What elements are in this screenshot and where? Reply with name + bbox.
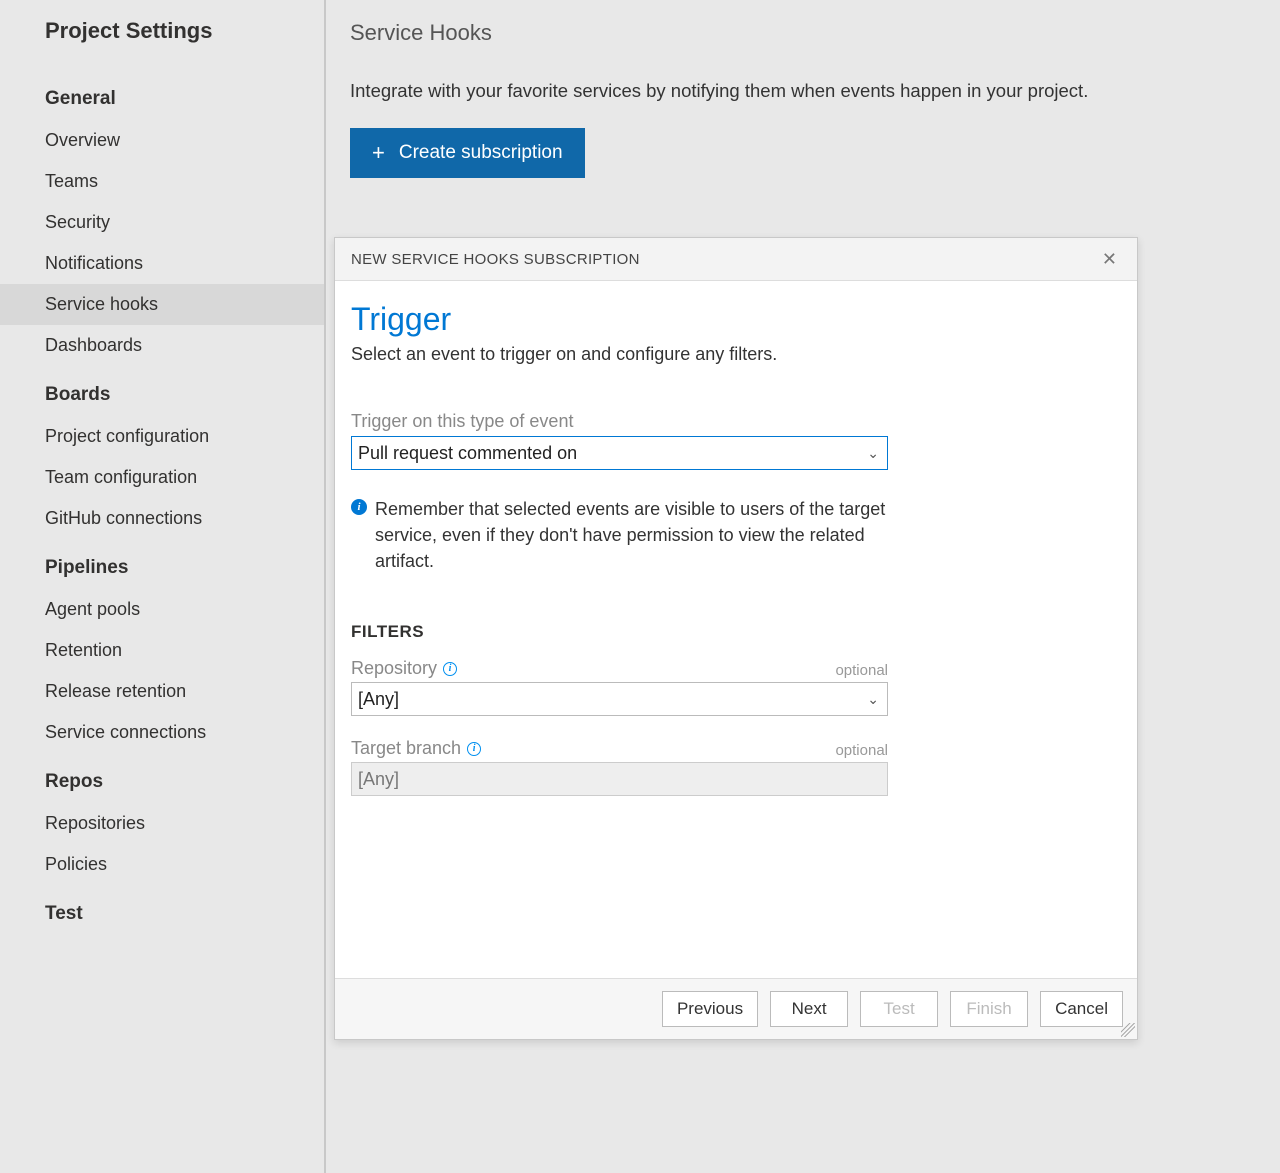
event-type-select[interactable]: Pull request commented on ⌄ xyxy=(351,436,888,470)
cancel-button[interactable]: Cancel xyxy=(1040,991,1123,1027)
create-subscription-button[interactable]: + Create subscription xyxy=(350,128,585,178)
sidebar-section-test: Test xyxy=(0,885,324,935)
sidebar-item-security[interactable]: Security xyxy=(0,202,324,243)
sidebar-title: Project Settings xyxy=(0,18,324,70)
page-title: Service Hooks xyxy=(350,20,1258,46)
repository-value: [Any] xyxy=(358,689,399,710)
dialog-subtitle: Select an event to trigger on and config… xyxy=(351,344,1121,365)
sidebar-item-github-connections[interactable]: GitHub connections xyxy=(0,498,324,539)
test-button[interactable]: Test xyxy=(860,991,938,1027)
subscription-dialog: NEW SERVICE HOOKS SUBSCRIPTION ✕ Trigger… xyxy=(334,237,1138,1040)
sidebar-item-policies[interactable]: Policies xyxy=(0,844,324,885)
target-branch-select: [Any] xyxy=(351,762,888,796)
sidebar-item-repositories[interactable]: Repositories xyxy=(0,803,324,844)
sidebar-item-overview[interactable]: Overview xyxy=(0,120,324,161)
sidebar-item-agent-pools[interactable]: Agent pools xyxy=(0,589,324,630)
help-icon[interactable]: i xyxy=(443,662,457,676)
finish-button[interactable]: Finish xyxy=(950,991,1028,1027)
create-subscription-label: Create subscription xyxy=(399,142,563,164)
sidebar-item-dashboards[interactable]: Dashboards xyxy=(0,325,324,366)
sidebar-item-teams[interactable]: Teams xyxy=(0,161,324,202)
event-type-label: Trigger on this type of event xyxy=(351,411,1121,432)
resize-grip-icon[interactable] xyxy=(1121,1023,1135,1037)
info-callout: i Remember that selected events are visi… xyxy=(351,496,888,574)
sidebar-item-project-configuration[interactable]: Project configuration xyxy=(0,416,324,457)
page-description: Integrate with your favorite services by… xyxy=(350,80,1258,102)
sidebar-item-service-hooks[interactable]: Service hooks xyxy=(0,284,324,325)
sidebar-item-notifications[interactable]: Notifications xyxy=(0,243,324,284)
chevron-down-icon: ⌄ xyxy=(867,445,879,462)
previous-button[interactable]: Previous xyxy=(662,991,758,1027)
sidebar-section-repos: Repos xyxy=(0,753,324,803)
chevron-down-icon: ⌄ xyxy=(867,691,879,708)
next-button[interactable]: Next xyxy=(770,991,848,1027)
filters-heading: FILTERS xyxy=(351,622,1121,642)
target-branch-label: Target branch i xyxy=(351,738,481,759)
sidebar-section-general: General xyxy=(0,70,324,120)
optional-label: optional xyxy=(835,662,888,679)
sidebar-section-boards: Boards xyxy=(0,366,324,416)
sidebar-section-pipelines: Pipelines xyxy=(0,539,324,589)
dialog-title: Trigger xyxy=(351,301,1121,338)
close-icon[interactable]: ✕ xyxy=(1098,248,1121,270)
target-branch-value: [Any] xyxy=(358,769,399,790)
event-type-value: Pull request commented on xyxy=(358,443,577,464)
sidebar: Project Settings General Overview Teams … xyxy=(0,0,326,1173)
filter-repository: Repository i optional [Any] ⌄ xyxy=(351,658,1121,716)
dialog-header: NEW SERVICE HOOKS SUBSCRIPTION ✕ xyxy=(335,238,1137,281)
sidebar-item-retention[interactable]: Retention xyxy=(0,630,324,671)
optional-label: optional xyxy=(835,742,888,759)
dialog-footer: Previous Next Test Finish Cancel xyxy=(335,978,1137,1039)
dialog-body: Trigger Select an event to trigger on an… xyxy=(335,281,1137,978)
help-icon[interactable]: i xyxy=(467,742,481,756)
repository-label: Repository i xyxy=(351,658,457,679)
info-text: Remember that selected events are visibl… xyxy=(375,496,888,574)
sidebar-item-release-retention[interactable]: Release retention xyxy=(0,671,324,712)
sidebar-item-team-configuration[interactable]: Team configuration xyxy=(0,457,324,498)
plus-icon: + xyxy=(372,140,385,166)
info-icon: i xyxy=(351,499,367,515)
filter-target-branch: Target branch i optional [Any] xyxy=(351,738,1121,796)
repository-select[interactable]: [Any] ⌄ xyxy=(351,682,888,716)
dialog-header-title: NEW SERVICE HOOKS SUBSCRIPTION xyxy=(351,251,640,268)
sidebar-item-service-connections[interactable]: Service connections xyxy=(0,712,324,753)
